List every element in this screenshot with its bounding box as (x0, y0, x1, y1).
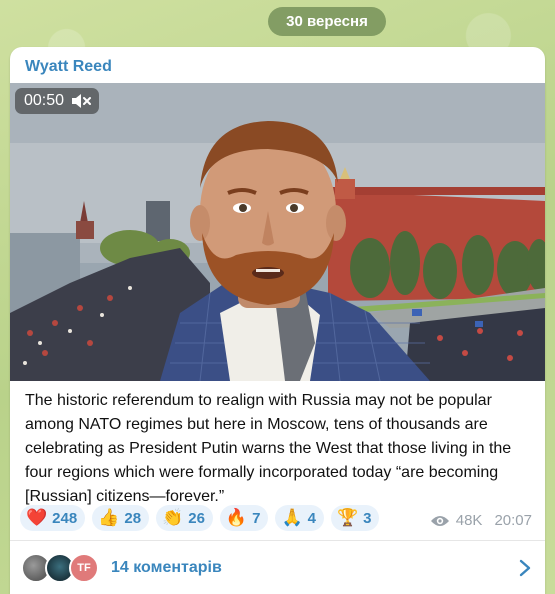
thumbs-up-icon: 👍 (98, 507, 120, 528)
comments-button[interactable]: TF 14 коментарів (10, 541, 545, 594)
reaction-count: 3 (363, 509, 372, 527)
post-author[interactable]: Wyatt Reed (25, 58, 112, 76)
fire-icon: 🔥 (225, 507, 248, 528)
video-frame (10, 83, 545, 381)
praying-hands-icon: 🙏 (281, 507, 303, 528)
post-time: 20:07 (494, 512, 532, 529)
trophy-icon: 🏆 (336, 507, 359, 528)
video-duration-badge[interactable]: 00:50 (15, 88, 100, 114)
avatar: TF (69, 552, 99, 583)
video-duration: 00:50 (24, 92, 65, 109)
reaction-fire[interactable]: 🔥 7 (219, 505, 269, 531)
reaction-count: 28 (124, 509, 142, 527)
reaction-pray[interactable]: 🙏 4 (275, 505, 324, 531)
post-caption: The historic referendum to realign with … (25, 392, 512, 505)
post-meta: 48K 20:07 (430, 512, 532, 529)
view-count: 48K (455, 512, 483, 529)
reaction-thumbs-up[interactable]: 👍 28 (92, 505, 150, 531)
comments-count-label: 14 коментарів (111, 558, 222, 576)
reactions-bar: ❤️ 248 👍 28 👏 26 🔥 7 🙏 4 🏆 3 (20, 505, 380, 531)
video-player[interactable]: 00:50 (10, 83, 545, 381)
reaction-clap[interactable]: 👏 26 (156, 505, 213, 531)
reaction-count: 248 (52, 509, 78, 527)
reaction-trophy[interactable]: 🏆 3 (330, 505, 380, 531)
speaker-muted-icon[interactable] (71, 93, 92, 109)
date-separator: 30 вересня (268, 7, 386, 36)
reaction-heart[interactable]: ❤️ 248 (20, 505, 86, 531)
reaction-count: 7 (252, 509, 261, 527)
reaction-count: 4 (307, 509, 316, 527)
channel-post: Wyatt Reed 00:50 The historic referendum… (10, 47, 545, 594)
reaction-count: 26 (188, 509, 205, 527)
heart-icon: ❤️ (26, 507, 48, 528)
chevron-right-icon (519, 559, 531, 577)
clapping-hands-icon: 👏 (162, 507, 184, 528)
commenter-avatars: TF (21, 552, 99, 583)
eye-icon (430, 515, 449, 526)
